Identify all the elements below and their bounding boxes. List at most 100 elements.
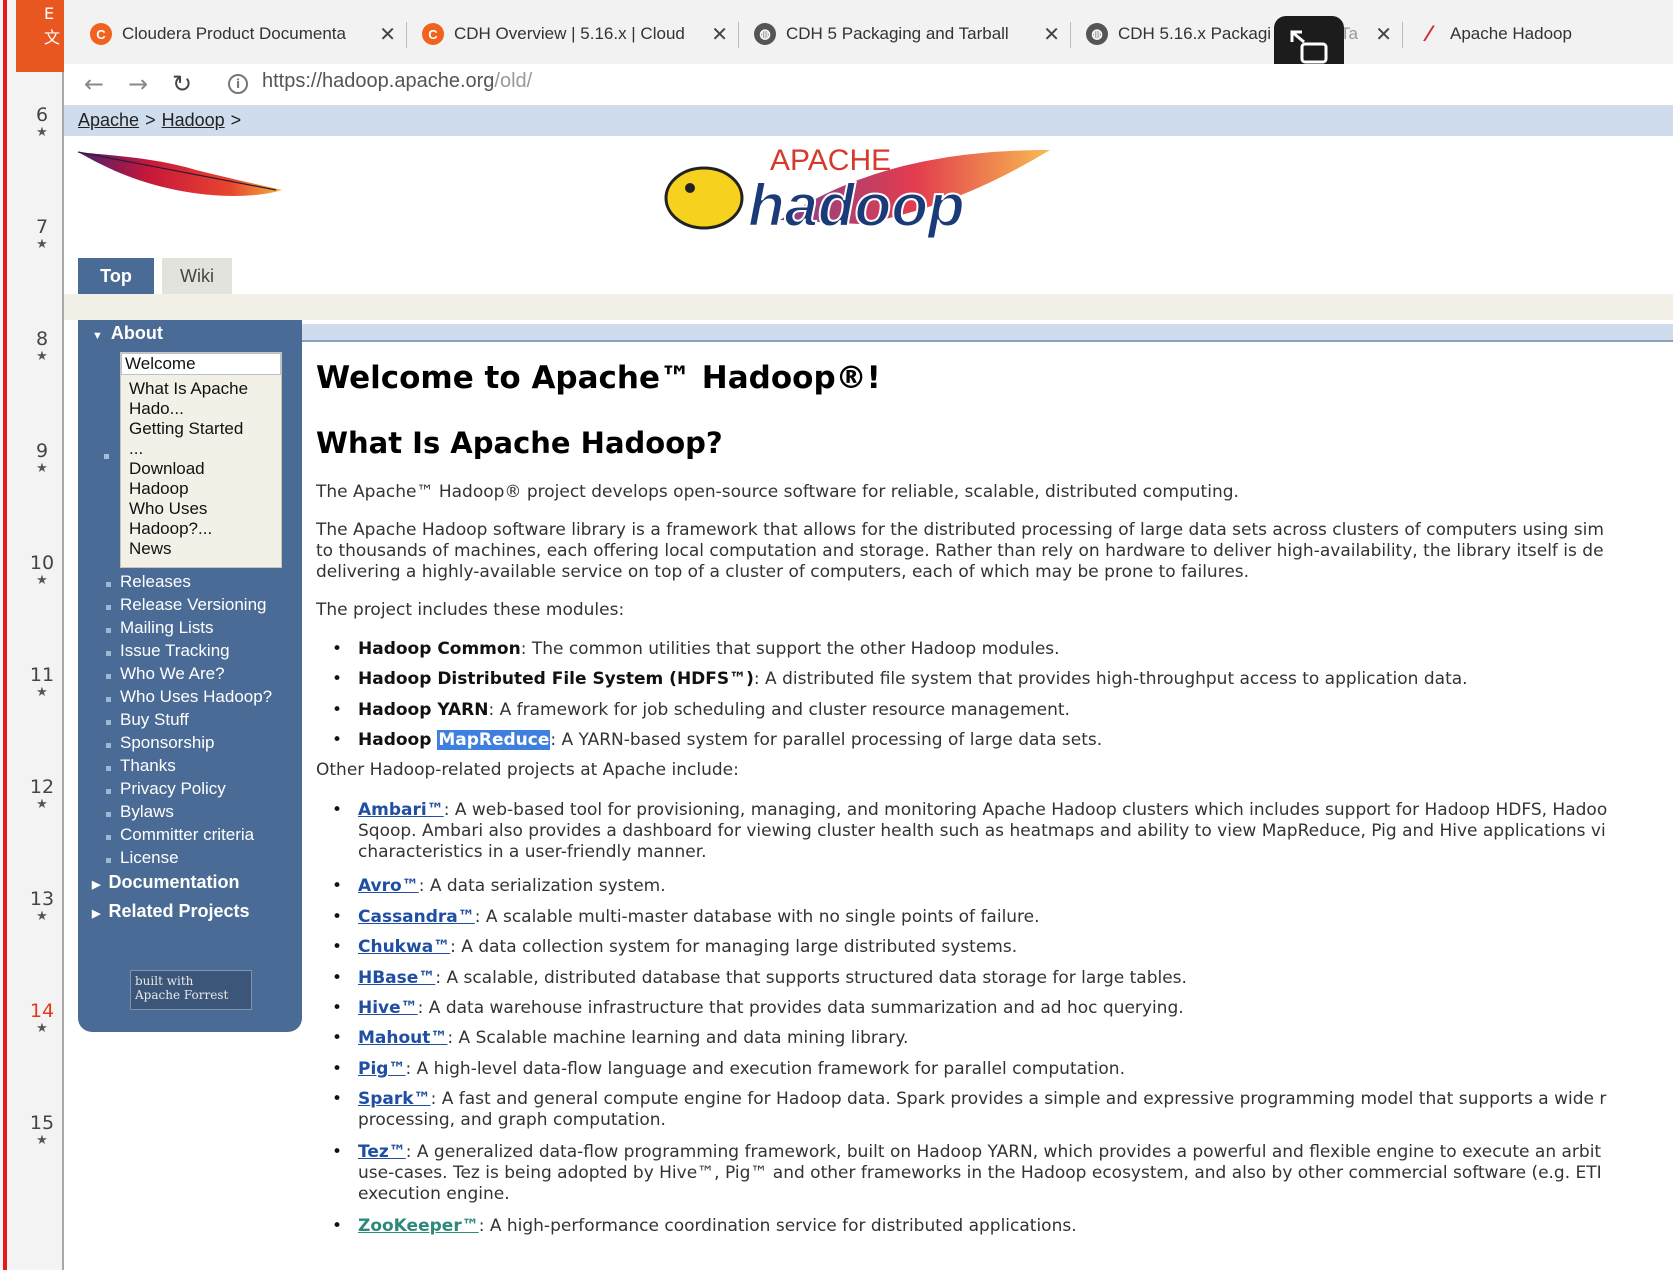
tab-title: CDH 5 Packaging and Tarball (786, 24, 1009, 43)
sidebar-item-what-is[interactable]: What Is Apache Hado... (129, 379, 279, 419)
module-item: • Hadoop MapReduce: A YARN-based system f… (332, 730, 1103, 750)
site-info-icon[interactable]: i (228, 74, 248, 94)
reload-icon[interactable]: ↻ (172, 70, 192, 98)
sidebar: ▼ About Welcome What Is Apache Hado... Get… (78, 320, 302, 1032)
sidebar-link-thanks[interactable]: Thanks (120, 756, 176, 776)
project-item: • Spark™: A fast and general compute engi… (332, 1089, 1607, 1130)
close-tab-icon[interactable]: ✕ (379, 22, 396, 47)
tab-title: CDH 5.16.x Packagi (1118, 24, 1272, 43)
module-item: • Hadoop Common: The common utilities tha… (332, 639, 1060, 659)
sidebar-link-release-versioning[interactable]: Release Versioning (120, 595, 266, 615)
project-item: • ZooKeeper™: A high-performance coordina… (332, 1216, 1077, 1236)
breadcrumb-separator: > (145, 110, 156, 130)
cloudera-icon: C (90, 23, 112, 45)
line-number[interactable]: 12 ★ (22, 776, 62, 812)
back-icon[interactable]: ← (84, 70, 104, 98)
sidebar-link-committer-criteria[interactable]: Committer criteria (120, 825, 254, 845)
browser-tab[interactable]: ◍ CDH 5.16.x Packagi Ta ✕ (1086, 12, 1392, 56)
globe-icon: ◍ (1086, 23, 1108, 45)
line-number[interactable]: 6 ★ (22, 104, 62, 140)
project-link-hbase[interactable]: HBase™ (358, 968, 435, 988)
bullet (104, 454, 109, 459)
tab-top[interactable]: Top (78, 258, 154, 294)
sidebar-link-bylaws[interactable]: Bylaws (120, 802, 174, 822)
project-item: • Ambari™: A web-based tool for provision… (332, 800, 1608, 862)
project-link-hive[interactable]: Hive™ (358, 998, 418, 1018)
module-item: • Hadoop YARN: A framework for job schedu… (332, 700, 1070, 720)
project-link-pig[interactable]: Pig™ (358, 1059, 405, 1079)
line-number[interactable]: 14 ★ (22, 1000, 62, 1036)
sidebar-link-who-uses-hadoop[interactable]: Who Uses Hadoop? (120, 687, 272, 707)
tab-title: Cloudera Product Documenta (122, 24, 346, 43)
browser-tab[interactable]: C CDH Overview | 5.16.x | Cloud ✕ (422, 12, 728, 56)
module-item: • Hadoop Distributed File System (HDFS™):… (332, 669, 1468, 689)
browser-tab[interactable]: C Cloudera Product Documenta ✕ (90, 12, 396, 56)
tab-wiki[interactable]: Wiki (162, 258, 232, 294)
line-number[interactable]: 11 ★ (22, 664, 62, 700)
apache-feather-icon: ⁄ (1427, 21, 1431, 46)
sidebar-link-releases[interactable]: Releases (120, 572, 191, 592)
breadcrumb-link-hadoop[interactable]: Hadoop (162, 110, 225, 130)
sidebar-link-mailing-lists[interactable]: Mailing Lists (120, 618, 214, 638)
address-bar: ← → ↻ i https://hadoop.apache.org/old/ (64, 64, 1673, 106)
description-line: to thousands of machines, each offering … (316, 541, 1604, 561)
project-link-mahout[interactable]: Mahout™ (358, 1028, 447, 1048)
forward-icon[interactable]: → (128, 70, 148, 98)
app-icon[interactable]: E文 (16, 0, 64, 72)
sidebar-link-issue-tracking[interactable]: Issue Tracking (120, 641, 230, 661)
project-link-zookeeper[interactable]: ZooKeeper™ (358, 1216, 479, 1236)
browser-tab-active[interactable]: ⁄ Apache Hadoop (1418, 12, 1658, 56)
line-number[interactable]: 9 ★ (22, 440, 62, 476)
project-link-spark[interactable]: Spark™ (358, 1089, 431, 1109)
close-tab-icon[interactable]: ✕ (1375, 22, 1392, 47)
project-link-tez[interactable]: Tez™ (358, 1142, 406, 1162)
project-item: • Mahout™: A Scalable machine learning an… (332, 1028, 909, 1048)
other-projects-intro: Other Hadoop-related projects at Apache … (316, 760, 739, 780)
hadoop-logo[interactable]: APACHE hadoop (660, 140, 1060, 240)
description-line: delivering a highly-available service on… (316, 562, 1250, 582)
sidebar-link-who-we-are[interactable]: Who We Are? (120, 664, 225, 684)
close-tab-icon[interactable]: ✕ (1043, 22, 1060, 47)
line-number[interactable]: 15 ★ (22, 1112, 62, 1148)
close-tab-icon[interactable]: ✕ (711, 22, 728, 47)
sidebar-item-welcome[interactable]: Welcome (121, 353, 281, 375)
breadcrumb-link-apache[interactable]: Apache (78, 110, 139, 130)
sidebar-item-news[interactable]: News (129, 539, 279, 559)
url-field[interactable]: https://hadoop.apache.org/old/ (262, 70, 532, 93)
project-link-cassandra[interactable]: Cassandra™ (358, 907, 475, 927)
globe-icon: ◍ (754, 23, 776, 45)
page-tabs: Top Wiki (64, 250, 1673, 294)
project-link-chukwa[interactable]: Chukwa™ (358, 937, 450, 957)
sidebar-link-buy-stuff[interactable]: Buy Stuff (120, 710, 189, 730)
url-path: /old/ (494, 70, 533, 92)
restore-icon (1290, 30, 1328, 64)
project-item: • Tez™: A generalized data-flow programmi… (332, 1142, 1602, 1204)
sidebar-link-privacy-policy[interactable]: Privacy Policy (120, 779, 226, 799)
sidebar-item-who-uses[interactable]: Who Uses Hadoop?... (129, 499, 279, 539)
line-number[interactable]: 13 ★ (22, 888, 62, 924)
page-title: Welcome to Apache™ Hadoop®! (316, 360, 881, 396)
intro-text: The Apache™ Hadoop® project develops ope… (316, 482, 1239, 502)
apache-feather-logo[interactable] (76, 146, 286, 210)
selected-text[interactable]: MapReduce (437, 730, 551, 750)
sidebar-section-documentation[interactable]: ▶ Documentation (92, 872, 239, 893)
project-link-avro[interactable]: Avro™ (358, 876, 419, 896)
sidebar-section-related-projects[interactable]: ▶ Related Projects (92, 901, 250, 922)
about-submenu: Welcome What Is Apache Hado... Getting St… (120, 352, 282, 568)
line-number[interactable]: 8 ★ (22, 328, 62, 364)
sidebar-item-getting-started[interactable]: Getting Started... (129, 419, 279, 459)
project-item: • Avro™: A data serialization system. (332, 876, 666, 896)
line-number[interactable]: 7 ★ (22, 216, 62, 252)
sidebar-section-about[interactable]: ▼ About (92, 323, 163, 344)
browser-tab[interactable]: ◍ CDH 5 Packaging and Tarball ✕ (754, 12, 1060, 56)
section-heading: What Is Apache Hadoop? (316, 426, 723, 460)
project-item: • Chukwa™: A data collection system for m… (332, 937, 1018, 957)
project-link-ambari[interactable]: Ambari™ (358, 800, 444, 820)
built-with-forrest-badge[interactable]: built with Apache Forrest (130, 970, 252, 1010)
sidebar-item-download[interactable]: Download Hadoop (129, 459, 279, 499)
sidebar-link-license[interactable]: License (120, 848, 179, 868)
line-number[interactable]: 10 ★ (22, 552, 62, 588)
sidebar-link-sponsorship[interactable]: Sponsorship (120, 733, 215, 753)
project-item: • Pig™: A high-level data-flow language a… (332, 1059, 1125, 1079)
breadcrumb: Apache > Hadoop > (64, 106, 1673, 136)
